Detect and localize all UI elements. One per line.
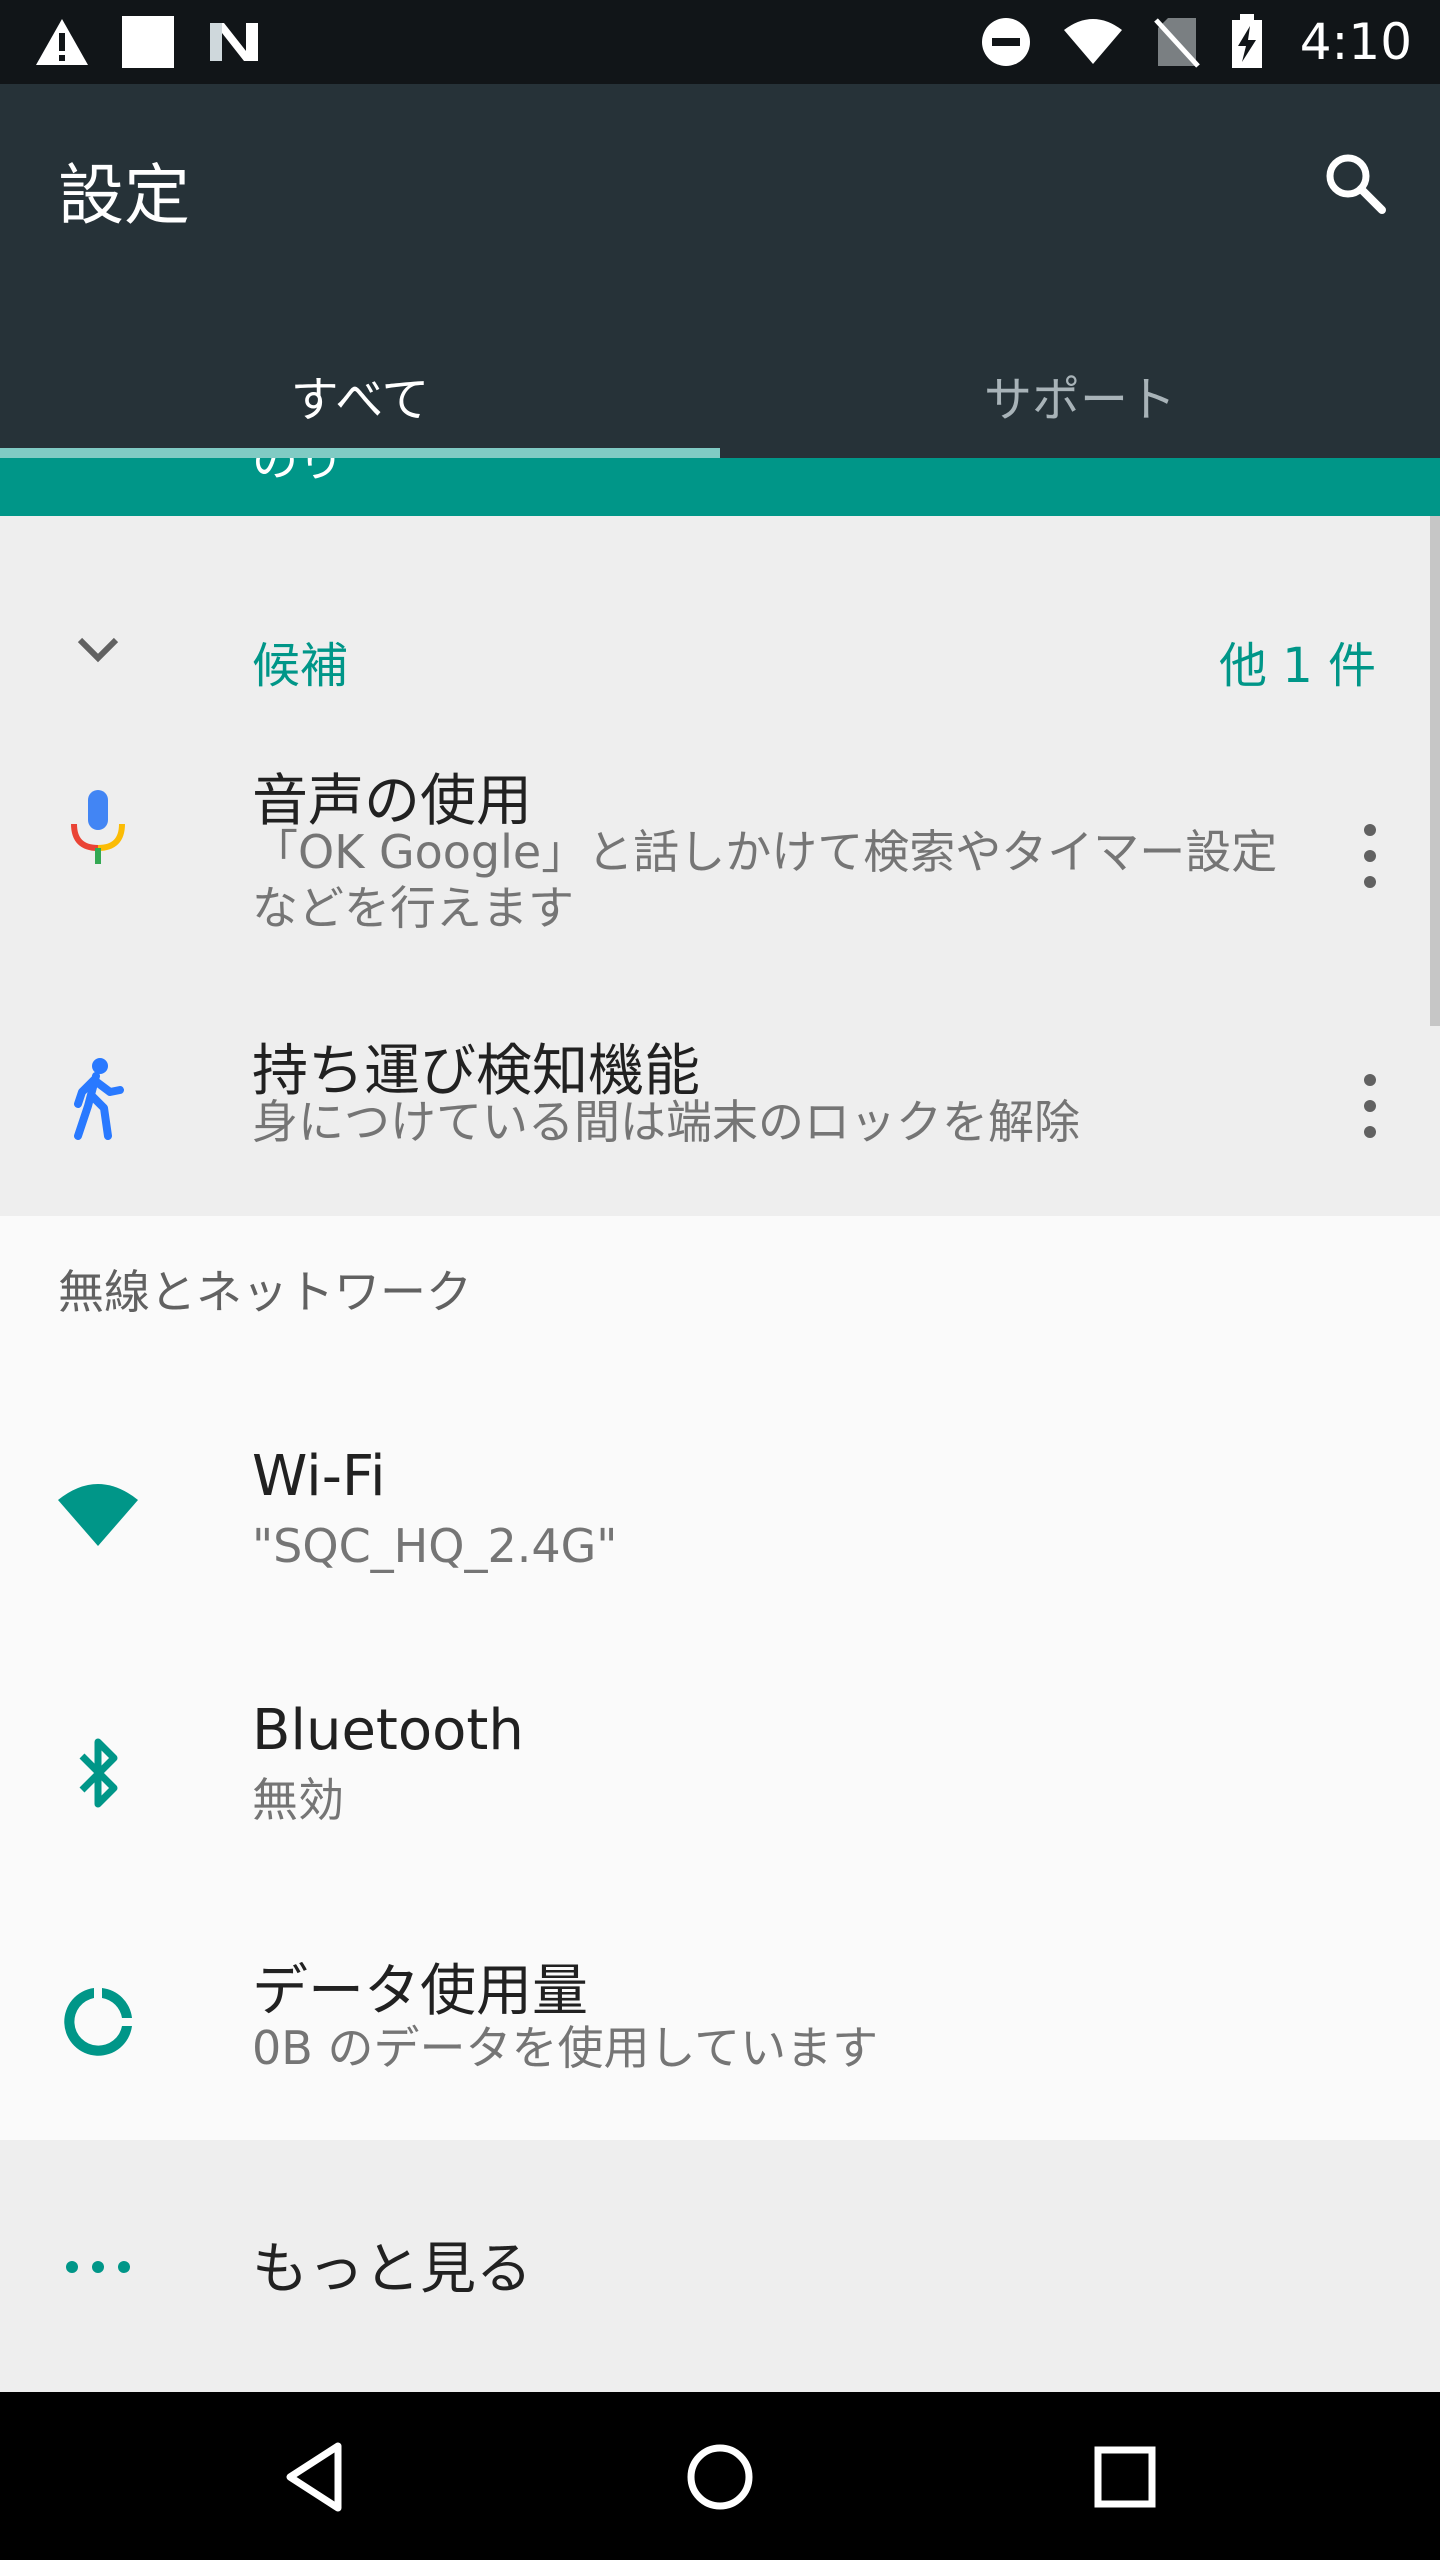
battery-charging-icon <box>1231 14 1262 68</box>
tab-all[interactable]: すべて <box>0 364 720 458</box>
settings-item-subtitle: "SQC_HQ_2.4G" <box>252 1519 618 1573</box>
tab-indicator <box>0 448 720 458</box>
back-icon[interactable] <box>272 2432 362 2522</box>
settings-item-subtitle: 0B のデータを使用しています <box>252 2021 879 2075</box>
walking-person-icon <box>74 1058 124 1140</box>
page-title: 設定 <box>58 157 190 234</box>
tab-all-label: すべて <box>290 372 430 428</box>
suggestion-on-body[interactable]: 持ち運び検知機能 身につけている間は端末のロックを解除 <box>0 996 1440 1216</box>
suggestions-title: 候補 <box>252 638 349 694</box>
tab-support[interactable]: サポート <box>720 364 1440 458</box>
data-usage-icon <box>64 1988 132 2056</box>
n-logo-icon <box>210 23 258 61</box>
status-bar-right: 4:10 <box>980 13 1412 71</box>
more-button[interactable]: もっと見る <box>0 2140 1440 2392</box>
settings-item-data-usage[interactable]: データ使用量 0B のデータを使用しています <box>0 1900 1440 2140</box>
bluetooth-icon <box>79 1738 118 1808</box>
more-label: もっと見る <box>252 2237 532 2302</box>
do-not-disturb-icon <box>981 18 1030 66</box>
settings-item-title: Bluetooth <box>252 1698 524 1763</box>
settings-item-title: Wi-Fi <box>252 1444 386 1509</box>
overflow-menu-icon[interactable] <box>1350 816 1390 896</box>
more-horiz-icon <box>66 2261 130 2273</box>
wifi-icon <box>1063 19 1122 64</box>
warning-icon <box>36 19 88 65</box>
status-bar-left <box>34 14 262 70</box>
settings-item-title: データ使用量 <box>252 1959 588 2024</box>
settings-item-subtitle: 無効 <box>252 1773 344 1827</box>
tab-support-label: サポート <box>983 372 1176 428</box>
settings-item-bluetooth[interactable]: Bluetooth 無効 <box>0 1650 1440 1900</box>
suggestions-more-count: 他 1 件 <box>1218 638 1376 694</box>
overflow-menu-icon[interactable] <box>1350 1066 1390 1146</box>
settings-item-wifi[interactable]: Wi-Fi "SQC_HQ_2.4G" <box>0 1400 1440 1650</box>
home-icon[interactable] <box>675 2432 765 2522</box>
condition-banner-text: のり <box>252 458 344 487</box>
square-notification-icon <box>122 16 174 68</box>
condition-banner[interactable]: のり <box>0 458 1440 516</box>
clock: 4:10 <box>1299 13 1412 71</box>
suggestion-subtitle: 「OK Google」と話しかけて検索やタイマー設定などを行えます <box>252 825 1278 935</box>
navigation-bar <box>0 2392 1440 2560</box>
suggestion-voice[interactable]: 音声の使用 「OK Google」と話しかけて検索やタイマー設定などを行えます <box>0 726 1440 986</box>
app-bar: 設定 すべて サポート <box>0 84 1440 458</box>
wifi-icon <box>58 1484 138 1546</box>
tab-bar: すべて サポート <box>0 364 1440 458</box>
suggestions-card: 候補 他 1 件 音声の使用 「OK Google」と話しかけて検索やタイマー設… <box>0 516 1440 1216</box>
chevron-down-icon[interactable] <box>72 624 124 676</box>
no-sim-icon <box>1153 18 1200 68</box>
scrollbar[interactable] <box>1430 516 1440 1026</box>
microphone-icon <box>71 790 125 864</box>
search-icon[interactable] <box>1316 144 1396 224</box>
section-header: 無線とネットワーク <box>58 1265 472 1319</box>
suggestions-header[interactable]: 候補 他 1 件 <box>0 576 1440 726</box>
status-bar: 4:10 <box>0 0 1440 84</box>
recents-icon[interactable] <box>1080 2432 1170 2522</box>
suggestion-subtitle: 身につけている間は端末のロックを解除 <box>252 1095 1080 1149</box>
